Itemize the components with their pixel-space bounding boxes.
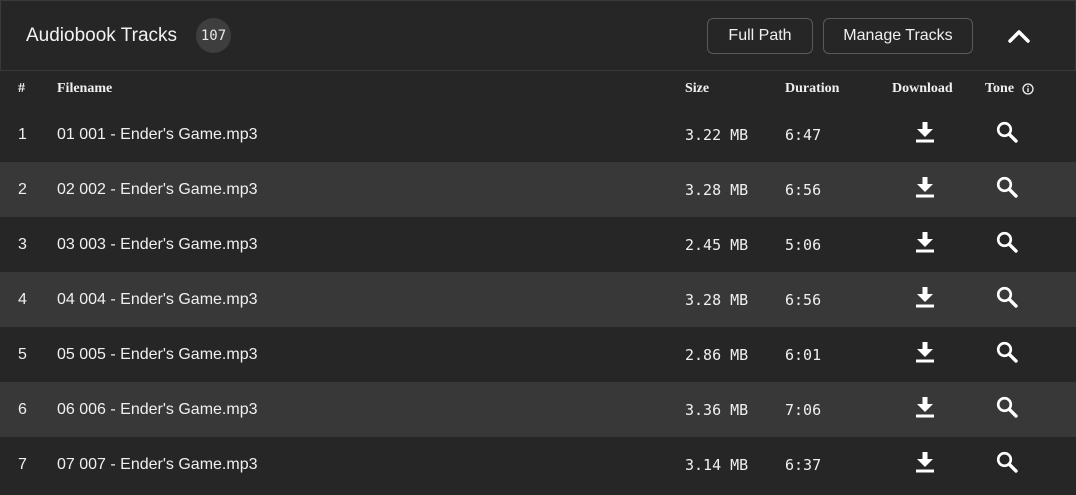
track-duration: 5:06 [785,217,892,272]
download-icon [916,122,934,143]
tone-cell [985,327,1076,382]
download-cell [892,272,985,327]
download-icon [916,287,934,308]
download-cell [892,217,985,272]
download-icon [916,177,934,198]
tone-cell [985,272,1076,327]
download-button[interactable] [915,451,935,478]
download-cell [892,327,985,382]
track-number: 4 [0,272,57,327]
collapse-button[interactable] [1001,18,1037,54]
table-row: 6 06 006 - Ender's Game.mp3 3.36 MB 7:06 [0,382,1076,437]
column-header-download: Download [892,71,985,107]
download-icon [916,342,934,363]
search-icon [996,286,1018,308]
track-filename: 05 005 - Ender's Game.mp3 [57,327,685,382]
tone-search-button[interactable] [996,121,1018,148]
download-cell [892,437,985,492]
track-number: 7 [0,437,57,492]
track-size: 3.36 MB [685,382,785,437]
track-size: 3.14 MB [685,437,785,492]
tracks-table-body: 1 01 001 - Ender's Game.mp3 3.22 MB 6:47 [0,107,1076,492]
tone-cell [985,382,1076,437]
track-filename: 03 003 - Ender's Game.mp3 [57,217,685,272]
track-number: 2 [0,162,57,217]
track-filename: 01 001 - Ender's Game.mp3 [57,107,685,162]
search-icon [996,341,1018,363]
column-header-duration: Duration [785,71,892,107]
download-button[interactable] [915,231,935,258]
download-button[interactable] [915,341,935,368]
column-header-num: # [0,71,57,107]
download-button[interactable] [915,176,935,203]
tone-cell [985,107,1076,162]
track-size: 3.28 MB [685,162,785,217]
column-header-tone: Tone [985,81,1015,96]
track-size: 3.28 MB [685,272,785,327]
track-count-badge: 107 [196,18,232,53]
track-duration: 7:06 [785,382,892,437]
track-size: 2.86 MB [685,327,785,382]
track-number: 5 [0,327,57,382]
track-duration: 6:37 [785,437,892,492]
track-filename: 06 006 - Ender's Game.mp3 [57,382,685,437]
column-header-tone-cell: Tone [985,71,1076,107]
manage-tracks-button[interactable]: Manage Tracks [823,17,973,54]
download-button[interactable] [915,121,935,148]
column-header-size: Size [685,71,785,107]
search-icon [996,121,1018,143]
track-filename: 07 007 - Ender's Game.mp3 [57,437,685,492]
track-duration: 6:56 [785,162,892,217]
tracks-header: Audiobook Tracks 107 Full Path Manage Tr… [0,0,1076,71]
search-icon [996,396,1018,418]
track-filename: 02 002 - Ender's Game.mp3 [57,162,685,217]
full-path-button[interactable]: Full Path [707,17,813,54]
tone-search-button[interactable] [996,176,1018,203]
download-button[interactable] [915,396,935,423]
track-size: 3.22 MB [685,107,785,162]
tone-search-button[interactable] [996,231,1018,258]
download-button[interactable] [915,286,935,313]
search-icon [996,451,1018,473]
chevron-up-icon [1008,29,1030,43]
tone-header: Tone [985,81,1034,97]
tracks-table: # Filename Size Duration Download Tone 1… [0,71,1076,492]
tone-search-button[interactable] [996,341,1018,368]
track-size: 2.45 MB [685,217,785,272]
table-row: 1 01 001 - Ender's Game.mp3 3.22 MB 6:47 [0,107,1076,162]
audiobook-tracks-panel: Audiobook Tracks 107 Full Path Manage Tr… [0,0,1076,495]
track-duration: 6:47 [785,107,892,162]
download-icon [916,397,934,418]
download-icon [916,232,934,253]
table-row: 2 02 002 - Ender's Game.mp3 3.28 MB 6:56 [0,162,1076,217]
track-number: 3 [0,217,57,272]
search-icon [996,176,1018,198]
table-row: 4 04 004 - Ender's Game.mp3 3.28 MB 6:56 [0,272,1076,327]
track-duration: 6:56 [785,272,892,327]
table-row: 3 03 003 - Ender's Game.mp3 2.45 MB 5:06 [0,217,1076,272]
tone-search-button[interactable] [996,286,1018,313]
track-number: 6 [0,382,57,437]
download-icon [916,452,934,473]
table-row: 5 05 005 - Ender's Game.mp3 2.86 MB 6:01 [0,327,1076,382]
column-header-filename: Filename [57,71,685,107]
tone-cell [985,162,1076,217]
panel-title: Audiobook Tracks [26,24,178,46]
info-icon[interactable] [1022,83,1034,95]
tone-search-button[interactable] [996,396,1018,423]
download-cell [892,382,985,437]
tone-cell [985,437,1076,492]
track-number: 1 [0,107,57,162]
table-row: 7 07 007 - Ender's Game.mp3 3.14 MB 6:37 [0,437,1076,492]
tone-cell [985,217,1076,272]
search-icon [996,231,1018,253]
download-cell [892,107,985,162]
track-filename: 04 004 - Ender's Game.mp3 [57,272,685,327]
table-header-row: # Filename Size Duration Download Tone [0,71,1076,107]
track-duration: 6:01 [785,327,892,382]
download-cell [892,162,985,217]
tone-search-button[interactable] [996,451,1018,478]
